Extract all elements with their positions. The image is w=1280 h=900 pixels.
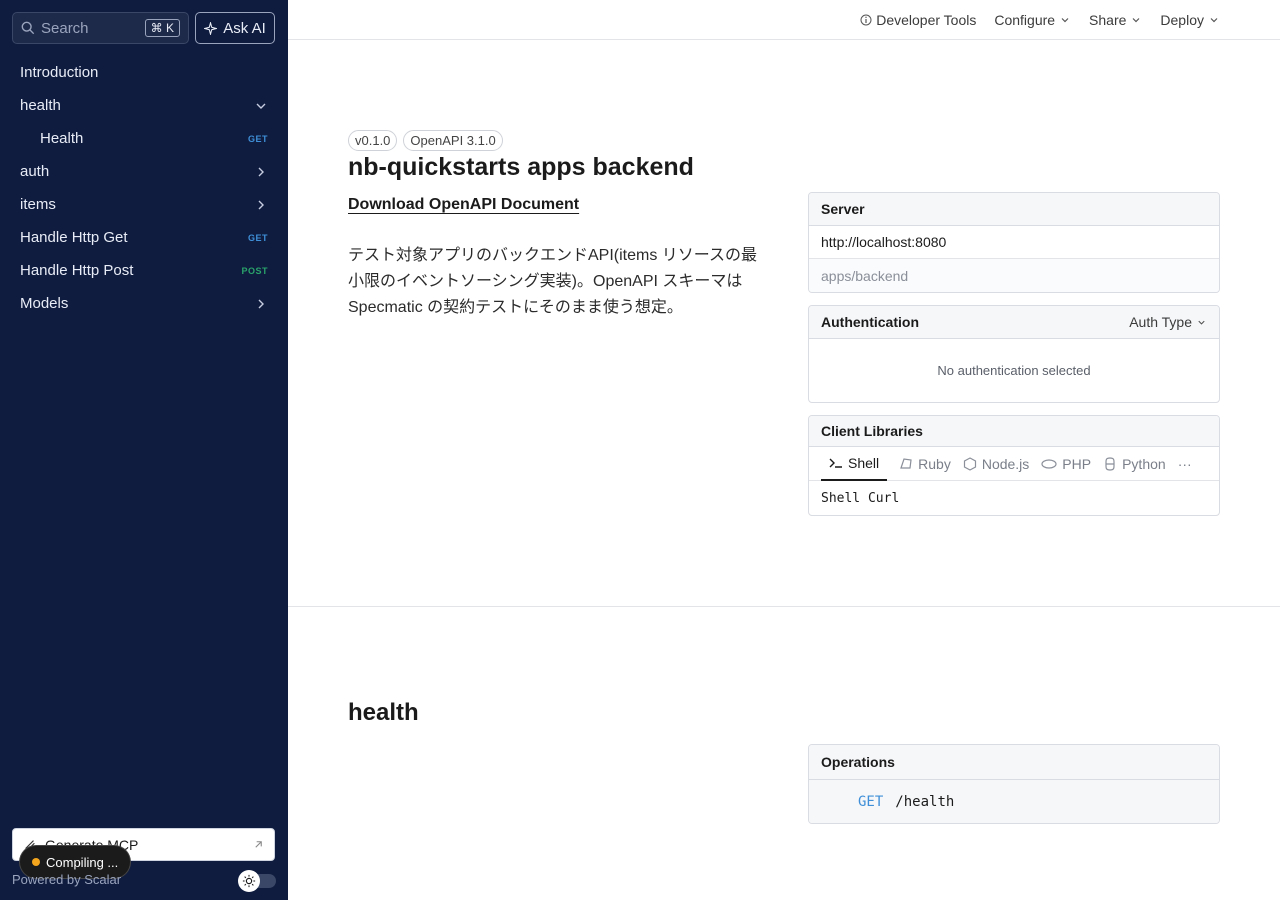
terminal-icon — [829, 458, 842, 468]
client-libraries-card: Client Libraries Shell Ruby Node.js PHP … — [808, 415, 1220, 516]
sidebar-item-auth[interactable]: auth — [8, 155, 280, 188]
configure-label: Configure — [994, 11, 1056, 28]
sidebar-item-label: Introduction — [20, 64, 99, 81]
powered-by-link[interactable]: Powered by Scalar — [12, 872, 121, 887]
chevron-down-icon — [256, 103, 266, 109]
search-shortcut: ⌘ K — [144, 19, 180, 37]
tab-label: Node.js — [981, 455, 1030, 472]
server-path-input[interactable]: apps/backend — [809, 259, 1219, 292]
search-input[interactable]: Search ⌘ K — [12, 12, 189, 44]
php-icon — [1041, 458, 1057, 469]
section-title-health: health — [348, 699, 419, 726]
tab-shell[interactable]: Shell — [821, 447, 888, 481]
tab-label: Ruby — [918, 455, 951, 472]
operation-method: GET — [858, 793, 884, 810]
sidebar-item-label: Handle Http Get — [20, 229, 128, 246]
ask-ai-button[interactable]: Ask AI — [195, 12, 275, 44]
client-library-tabs: Shell Ruby Node.js PHP Python ··· — [809, 447, 1219, 481]
developer-tools-button[interactable]: Developer Tools — [860, 12, 976, 28]
authentication-header: Authentication Auth Type — [809, 306, 1219, 339]
sun-icon — [238, 870, 260, 892]
sidebar-item-label: health — [20, 97, 61, 114]
sidebar-item-label: Models — [20, 295, 69, 312]
sidebar-item-handle-http-post[interactable]: Handle Http Post POST — [8, 254, 280, 287]
deploy-label: Deploy — [1160, 11, 1204, 28]
python-icon — [1105, 456, 1115, 471]
section-divider — [288, 606, 1280, 607]
method-badge-get: GET — [247, 133, 268, 144]
share-menu[interactable]: Share — [1089, 12, 1142, 28]
version-tags: v0.1.0 OpenAPI 3.1.0 — [348, 130, 503, 151]
status-dot-icon — [32, 858, 40, 866]
tab-python[interactable]: Python — [1103, 447, 1166, 481]
openapi-version-badge: OpenAPI 3.1.0 — [403, 130, 503, 151]
sidebar: Search ⌘ K Ask AI Introduction health He… — [0, 0, 288, 900]
sidebar-item-handle-http-get[interactable]: Handle Http Get GET — [8, 221, 280, 254]
configure-menu[interactable]: Configure — [994, 12, 1071, 28]
more-languages-button[interactable]: ··· — [1178, 447, 1192, 481]
sidebar-item-label: auth — [20, 163, 50, 180]
ruby-icon — [900, 457, 912, 469]
share-label: Share — [1089, 11, 1127, 28]
server-heading: Server — [809, 193, 1219, 226]
authentication-card: Authentication Auth Type No authenticati… — [808, 305, 1220, 403]
server-card: Server http://localhost:8080 apps/backen… — [808, 192, 1220, 293]
tab-ruby[interactable]: Ruby — [899, 447, 951, 481]
tab-label: Shell — [848, 454, 880, 471]
operations-card: Operations GET /health — [808, 744, 1220, 824]
ask-ai-label: Ask AI — [223, 19, 266, 37]
sidebar-item-label: Health — [40, 130, 84, 147]
search-placeholder: Search — [41, 19, 89, 37]
chevron-right-icon — [258, 200, 264, 209]
page-title: nb-quickstarts apps backend — [348, 153, 694, 181]
operations-heading: Operations — [809, 745, 1219, 780]
method-badge-get: GET — [247, 232, 268, 243]
sidebar-item-label: items — [20, 196, 56, 213]
sidebar-item-items[interactable]: items — [8, 188, 280, 221]
server-url-select[interactable]: http://localhost:8080 — [809, 226, 1219, 259]
sidebar-nav: Introduction health Health GET auth item… — [8, 56, 280, 320]
tab-nodejs[interactable]: Node.js — [963, 447, 1029, 481]
operation-row-get-health[interactable]: GET /health — [809, 780, 1219, 823]
sidebar-item-label: Handle Http Post — [20, 262, 134, 279]
compiling-label: Compiling ... — [46, 854, 119, 870]
chevron-right-icon — [258, 167, 264, 176]
authentication-heading: Authentication — [821, 314, 919, 330]
auth-type-dropdown[interactable]: Auth Type — [1129, 314, 1207, 330]
external-link-icon — [255, 841, 262, 848]
tab-php[interactable]: PHP — [1041, 447, 1091, 481]
sidebar-item-health-group[interactable]: health — [8, 89, 280, 122]
developer-tools-label: Developer Tools — [876, 11, 977, 28]
chevron-down-icon — [1061, 17, 1069, 22]
sidebar-item-health[interactable]: Health GET — [8, 122, 280, 155]
top-bar: Developer Tools Configure Share Deploy — [288, 0, 1280, 40]
sparkle-icon — [204, 21, 218, 35]
sidebar-item-models[interactable]: Models — [8, 287, 280, 320]
tab-label: PHP — [1062, 455, 1092, 472]
code-snippet-title: Shell Curl — [821, 490, 900, 506]
sidebar-item-introduction[interactable]: Introduction — [8, 56, 280, 89]
search-icon — [21, 21, 35, 35]
deploy-menu[interactable]: Deploy — [1160, 12, 1220, 28]
api-description: テスト対象アプリのバックエンドAPI(items リソースの最小限のイベントソー… — [348, 247, 757, 316]
tab-label: Python — [1122, 455, 1166, 472]
no-auth-message: No authentication selected — [937, 363, 1091, 378]
chevron-right-icon — [258, 299, 264, 308]
info-icon — [860, 14, 872, 25]
chevron-down-icon — [1210, 17, 1218, 22]
theme-toggle[interactable] — [238, 870, 276, 892]
nodejs-icon — [963, 456, 976, 471]
method-badge-post: POST — [241, 265, 268, 276]
chevron-down-icon — [1132, 17, 1140, 22]
auth-type-label: Auth Type — [1129, 314, 1192, 330]
download-openapi-link[interactable]: Download OpenAPI Document — [348, 196, 579, 214]
operation-path: /health — [895, 793, 955, 810]
version-badge: v0.1.0 — [348, 130, 398, 151]
chevron-down-icon — [1198, 320, 1205, 325]
client-libraries-heading: Client Libraries — [809, 416, 1219, 447]
